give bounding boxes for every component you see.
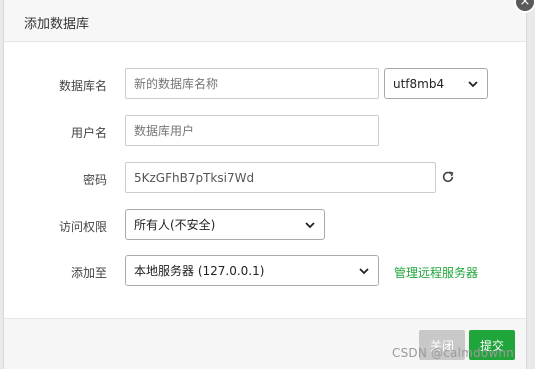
password-value: 5KzGFhB7pTksi7Wd	[134, 170, 255, 185]
db-name-label: 数据库名	[58, 79, 107, 93]
access-value: 所有人(不安全)	[134, 218, 216, 232]
charset-value: utf8mb4	[393, 76, 445, 91]
watermark: CSDN @calmdownn	[392, 346, 514, 360]
username-input[interactable]	[125, 115, 379, 146]
access-select[interactable]: 所有人(不安全)	[125, 209, 325, 240]
chevron-down-icon	[468, 80, 478, 87]
add-to-label: 添加至	[70, 266, 107, 280]
dialog-titlebar: 添加数据库	[4, 0, 526, 42]
add-database-dialog: 添加数据库 数据库名 utf8mb4 用户名 密码 5KzGFhB7pTksi7…	[3, 0, 527, 369]
charset-select[interactable]: utf8mb4	[384, 68, 488, 99]
db-name-input[interactable]	[125, 68, 379, 99]
chevron-down-icon	[305, 221, 315, 228]
dialog-title: 添加数据库	[24, 17, 90, 32]
dialog-footer: 关闭 提交	[4, 318, 526, 369]
chevron-down-icon	[359, 267, 369, 274]
password-input[interactable]: 5KzGFhB7pTksi7Wd	[125, 162, 436, 193]
refresh-icon[interactable]	[441, 170, 455, 184]
server-select[interactable]: 本地服务器 (127.0.0.1)	[125, 255, 379, 286]
manage-remote-servers-link[interactable]: 管理远程服务器	[394, 264, 478, 281]
access-label: 访问权限	[58, 220, 107, 234]
username-label: 用户名	[70, 126, 107, 140]
server-value: 本地服务器 (127.0.0.1)	[134, 264, 265, 278]
password-label: 密码	[82, 173, 107, 187]
